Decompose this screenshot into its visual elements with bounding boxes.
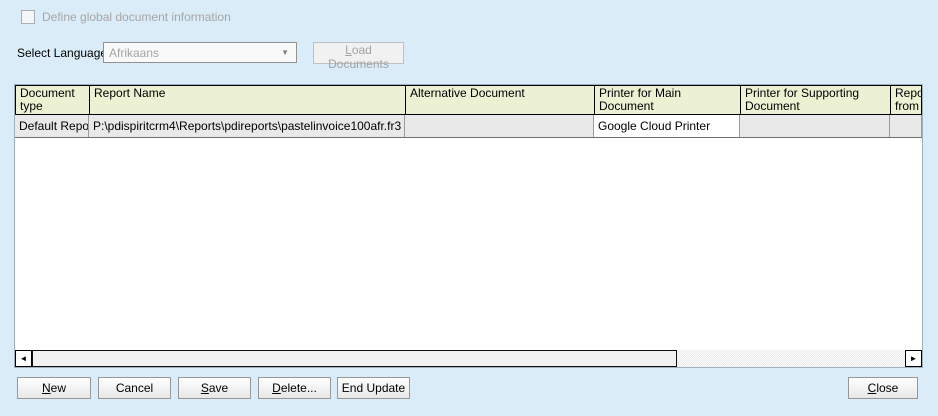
define-global-checkbox[interactable] — [21, 10, 35, 24]
column-header-document-type: Document type — [16, 86, 90, 114]
close-button[interactable]: Close — [848, 377, 918, 399]
close-button-label: Close — [849, 381, 917, 395]
delete-button-label: Delete... — [259, 381, 330, 395]
language-dropdown-value: Afrikaans — [109, 46, 159, 60]
left-arrow-glyph: ◄ — [20, 355, 28, 363]
chevron-down-icon: ▼ — [281, 48, 289, 57]
documents-grid: Document type Report Name Alternative Do… — [14, 84, 923, 368]
document-settings-dialog: Define global document information Selec… — [0, 0, 938, 416]
column-header-printer-supporting: Printer for Supporting Document — [741, 86, 891, 114]
new-button[interactable]: New — [17, 377, 91, 399]
right-arrow-glyph: ► — [910, 355, 918, 363]
load-documents-label: Load Documents — [314, 43, 403, 71]
select-language-label: Select Language: — [17, 46, 110, 60]
save-button[interactable]: Save — [178, 377, 251, 399]
scrollbar-right-arrow-icon[interactable]: ► — [905, 350, 922, 367]
horizontal-scrollbar[interactable]: ◄ ► — [15, 350, 922, 367]
grid-header-row: Document type Report Name Alternative Do… — [15, 85, 922, 115]
new-button-label: New — [18, 381, 90, 395]
cell-report-name[interactable]: P:\pdispiritcrm4\Reports\pdireports\past… — [89, 115, 405, 137]
language-dropdown[interactable]: Afrikaans ▼ — [103, 42, 297, 63]
define-global-checkbox-label: Define global document information — [42, 10, 231, 24]
cancel-button-label: Cancel — [99, 381, 170, 395]
save-button-label: Save — [179, 381, 250, 395]
cell-report-from[interactable] — [890, 115, 922, 137]
cancel-button[interactable]: Cancel — [98, 377, 171, 399]
end-update-button-label: End Update — [338, 381, 409, 395]
table-row[interactable]: Default Report P:\pdispiritcrm4\Reports\… — [15, 115, 922, 138]
column-header-printer-main: Printer for Main Document — [595, 86, 741, 114]
delete-button[interactable]: Delete... — [258, 377, 331, 399]
cell-document-type[interactable]: Default Report — [15, 115, 89, 137]
cell-printer-main-document[interactable]: Google Cloud Printer — [594, 115, 740, 137]
end-update-button[interactable]: End Update — [337, 377, 410, 399]
scrollbar-left-arrow-icon[interactable]: ◄ — [15, 350, 32, 367]
column-header-report-from: Repo from E — [891, 86, 921, 114]
cell-alternative-document[interactable] — [405, 115, 594, 137]
column-header-alternative-document: Alternative Document — [406, 86, 595, 114]
scrollbar-thumb[interactable] — [32, 350, 677, 367]
load-documents-button[interactable]: Load Documents — [313, 42, 404, 64]
column-header-report-name: Report Name — [90, 86, 406, 114]
define-global-checkbox-row: Define global document information — [21, 10, 231, 24]
cell-printer-supporting-document[interactable] — [740, 115, 890, 137]
